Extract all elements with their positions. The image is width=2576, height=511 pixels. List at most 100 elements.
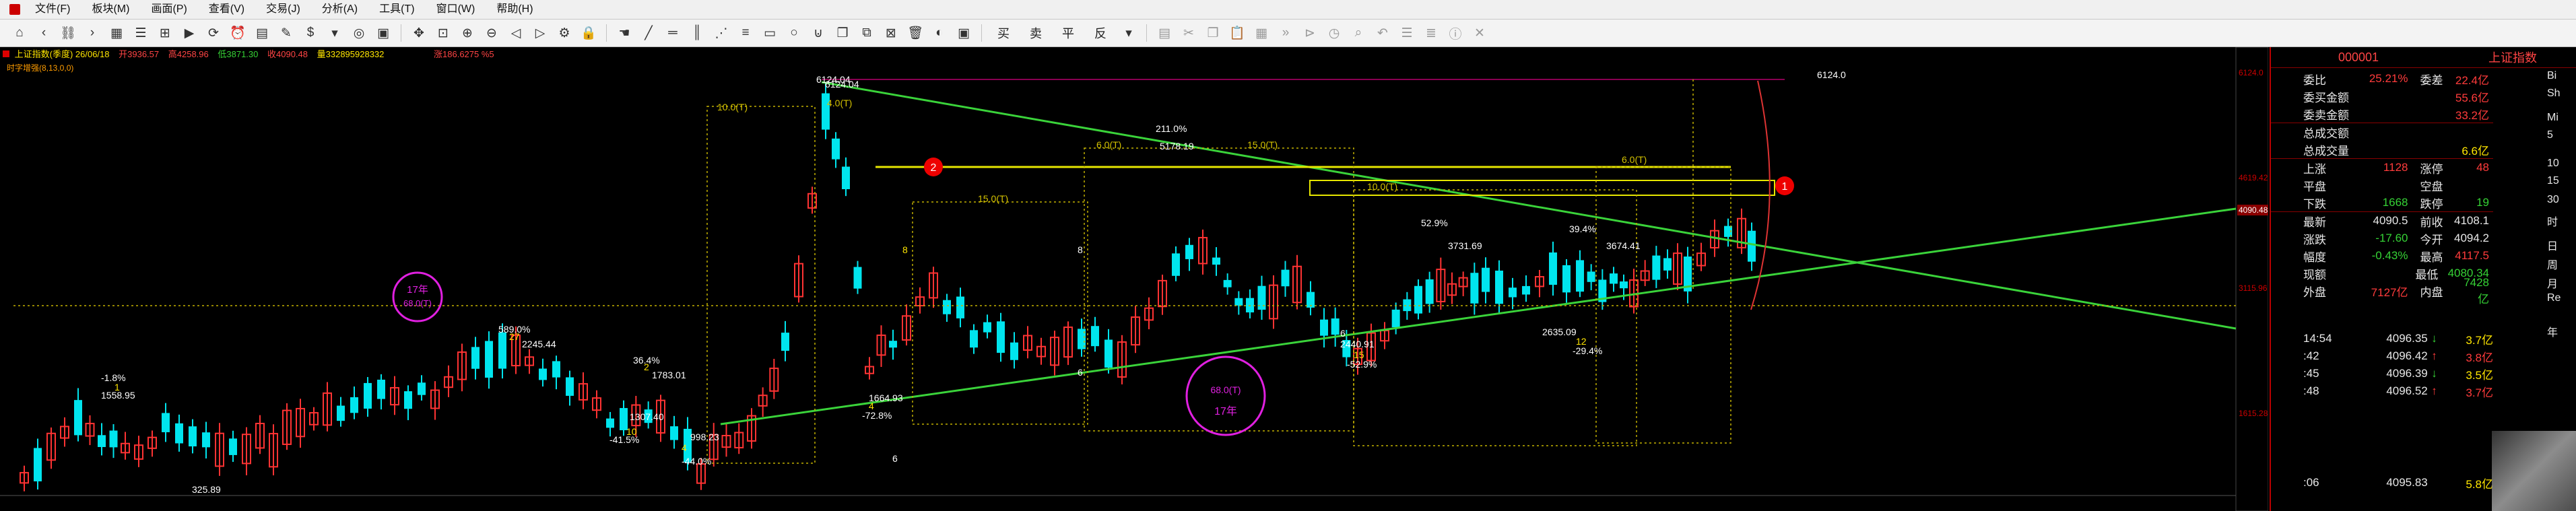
tick-list: 14:54 4096.35 ↓ 3.7亿:42 4096.42 ↑ 3.8亿:45 4096.…	[2271, 330, 2493, 491]
close-icon[interactable]: ✕	[1469, 22, 1490, 44]
triangle-icon[interactable]: ⊳	[1300, 22, 1320, 44]
home-icon[interactable]: ⌂	[9, 22, 30, 44]
candle-body	[98, 435, 106, 447]
paste-icon[interactable]: 📋	[1227, 22, 1247, 44]
menu-file[interactable]: 文件(F)	[24, 0, 81, 19]
zoom-in-icon[interactable]: ⊕	[457, 22, 477, 44]
align-center-icon[interactable]: ≣	[1421, 22, 1441, 44]
refresh-icon[interactable]: ⟳	[203, 22, 224, 44]
menu-trade[interactable]: 交易(J)	[255, 0, 311, 19]
quote-value: 1128	[2383, 161, 2408, 174]
fan-lines-icon[interactable]: ⋰	[711, 22, 731, 44]
candle-body	[74, 400, 82, 436]
line-tool-icon[interactable]: ╱	[638, 22, 659, 44]
candle-body	[1562, 265, 1571, 293]
candle-body	[1620, 281, 1628, 289]
fib-icon[interactable]: ≡	[735, 22, 756, 44]
settings-icon[interactable]: ⚙	[554, 22, 574, 44]
chart-annotation: 4.0(T)	[827, 98, 852, 108]
chart-annotation: 15.0(T)	[1247, 139, 1278, 150]
candle-body	[202, 432, 210, 448]
alarm-icon[interactable]: ⏰	[228, 22, 248, 44]
menu-view[interactable]: 查看(V)	[198, 0, 255, 19]
save-icon[interactable]: ▣	[954, 22, 974, 44]
candle-body	[1576, 260, 1584, 292]
grid-view-icon[interactable]: ⊞	[155, 22, 175, 44]
cycle-circle-b-top: 68.0(T)	[1210, 384, 1241, 395]
circle-icon[interactable]: ○	[784, 22, 804, 44]
quote-row: 外盘 7127亿 内盘 7428亿	[2271, 276, 2493, 306]
candle-body	[337, 405, 345, 421]
menu-sector[interactable]: 板块(M)	[81, 0, 140, 19]
copy-order-icon[interactable]: ❐	[1203, 22, 1223, 44]
quote-value: 6.6亿	[2462, 144, 2490, 158]
cut-icon[interactable]: ✂	[1179, 22, 1199, 44]
delete-icon[interactable]: 🗑	[905, 22, 925, 44]
align-left-icon[interactable]: ☰	[1397, 22, 1417, 44]
info-icon[interactable]: ⓘ	[1445, 22, 1465, 44]
undo-icon[interactable]: ↶	[1373, 22, 1393, 44]
horizontal-line-icon[interactable]: ═	[663, 22, 683, 44]
candle-body	[1212, 257, 1220, 265]
sell-button[interactable]: 卖	[1022, 22, 1050, 44]
forward-icon[interactable]: ›	[82, 22, 102, 44]
stock-flag-icon	[3, 50, 9, 57]
chart-annotation: -29.4%	[1573, 345, 1602, 356]
menu-analysis[interactable]: 分析(A)	[311, 0, 368, 19]
menu-help[interactable]: 帮助(H)	[486, 0, 543, 19]
dropdown-icon[interactable]: ▾	[325, 22, 345, 44]
blurred-region	[2492, 431, 2576, 511]
candle-body	[997, 321, 1005, 353]
play-icon[interactable]: ▶	[179, 22, 199, 44]
target-icon[interactable]: ◎	[349, 22, 369, 44]
grid-icon[interactable]: ▦	[106, 22, 127, 44]
pan-right-icon[interactable]: ▷	[530, 22, 550, 44]
order-panel-icon[interactable]: ▤	[1154, 22, 1175, 44]
quote-row: 幅度 -0.43% 最高 4117.5	[2271, 247, 2493, 265]
dropdown-icon[interactable]: ▾	[1119, 22, 1139, 44]
vertical-lines-icon[interactable]: ║	[687, 22, 707, 44]
menu-window[interactable]: 窗口(W)	[426, 0, 486, 19]
color-icon[interactable]: ◐	[929, 22, 950, 44]
lock-icon[interactable]: 🔒	[579, 22, 599, 44]
cycle-circle-a	[392, 271, 443, 322]
menu-screen[interactable]: 画面(P)	[140, 0, 197, 19]
dollar-icon[interactable]: $	[300, 22, 321, 44]
candle-body	[853, 267, 862, 289]
back-icon[interactable]: ‹	[34, 22, 54, 44]
kline-chart[interactable]: 1 2 17年 68.0(T) 68.0(T) 17年 1558.95 -1.8% 1 325.8…	[0, 47, 2268, 511]
news-icon[interactable]: ▤	[252, 22, 272, 44]
reverse-button[interactable]: 反	[1086, 22, 1115, 44]
notes-icon[interactable]: ✎	[276, 22, 296, 44]
buy-button[interactable]: 买	[989, 22, 1018, 44]
list-icon[interactable]: ☰	[131, 22, 151, 44]
quote-label: 今开	[2420, 233, 2443, 246]
zoom-fit-icon[interactable]: ⊡	[433, 22, 453, 44]
rectangle-icon[interactable]: ▭	[760, 22, 780, 44]
tick-a: ↓	[2431, 332, 2437, 345]
menu-tools[interactable]: 工具(T)	[368, 0, 425, 19]
layers-icon[interactable]: ⧉	[857, 22, 877, 44]
fast-forward-icon[interactable]: »	[1276, 22, 1296, 44]
change-readout: 涨186.6275 %5	[434, 49, 494, 59]
zoom-out-icon[interactable]: ⊖	[482, 22, 502, 44]
clock-icon[interactable]: ◷	[1324, 22, 1344, 44]
chart-annotation: 4	[869, 401, 874, 411]
calendar-icon[interactable]: ▣	[373, 22, 393, 44]
search-icon[interactable]: ⌕	[1348, 22, 1368, 44]
lock-drawing-icon[interactable]: ⊠	[881, 22, 901, 44]
tick-q: 3.8亿	[2466, 351, 2494, 364]
candle-body	[566, 377, 574, 396]
grid-small-icon[interactable]: ▦	[1251, 22, 1272, 44]
copy-icon[interactable]: ❐	[832, 22, 853, 44]
price-tag: 6124.0	[2239, 68, 2264, 77]
magnet-icon[interactable]: ⊍	[808, 22, 828, 44]
move-icon[interactable]: ✥	[409, 22, 429, 44]
marker-1-label: 1	[1782, 181, 1788, 193]
close-position-button[interactable]: 平	[1054, 22, 1082, 44]
pan-left-icon[interactable]: ◁	[506, 22, 526, 44]
quote-label: 空盘	[2420, 180, 2443, 193]
chart-annotation: 5178.19	[1160, 141, 1194, 151]
hand-cursor-icon[interactable]: ☚	[614, 22, 634, 44]
link-icon[interactable]: ⛓	[58, 22, 78, 44]
